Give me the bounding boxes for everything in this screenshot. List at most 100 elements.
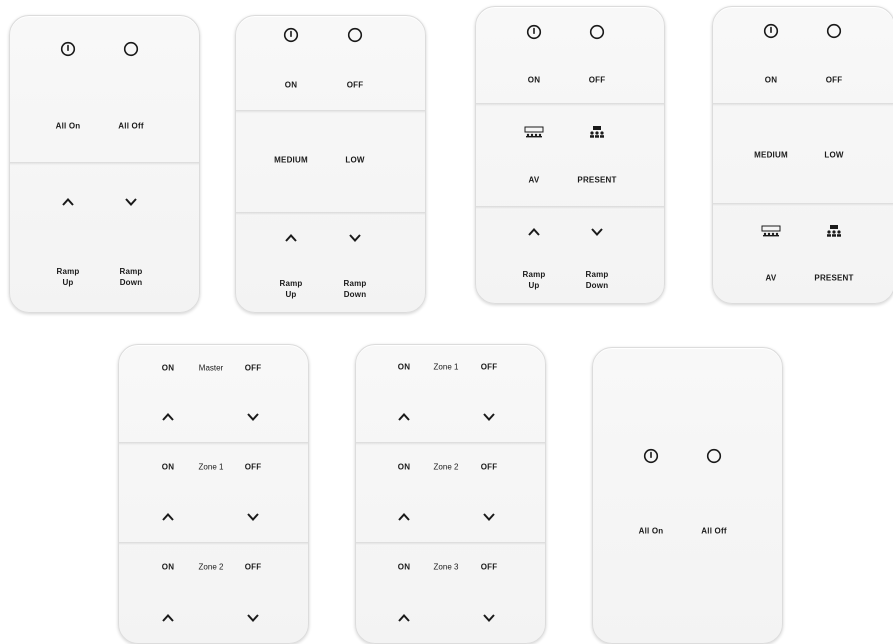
button-divider — [356, 442, 545, 446]
button-divider — [119, 442, 308, 446]
zone-1-down-button[interactable] — [482, 412, 496, 422]
zone-2-off-button[interactable]: OFF — [245, 562, 262, 573]
power-icon — [283, 27, 299, 43]
ramp-down-button[interactable] — [590, 227, 604, 237]
zone-3-on-button[interactable]: ON — [398, 562, 410, 573]
power-icon — [763, 23, 779, 39]
all-off-label: All Off — [701, 526, 727, 536]
chevron-down-icon — [246, 412, 260, 422]
low-button[interactable]: LOW — [824, 150, 843, 161]
zone-2-on-button[interactable]: ON — [162, 562, 174, 573]
zone-3-up-button[interactable] — [397, 613, 411, 623]
all-on-label: All On — [638, 526, 664, 536]
zone-3-off-button[interactable]: OFF — [481, 562, 498, 573]
on-button[interactable] — [526, 24, 542, 40]
zone-2-on-button[interactable]: ON — [398, 462, 410, 473]
zone-2-down-button[interactable] — [246, 613, 260, 623]
chevron-down-icon — [246, 512, 260, 522]
on-button[interactable] — [283, 27, 299, 43]
all-off-button[interactable] — [706, 448, 722, 464]
off-circle-icon — [123, 41, 139, 57]
zone-3-label: Zone 3 — [433, 562, 459, 572]
off-circle-icon — [826, 23, 842, 39]
off-circle-icon — [347, 27, 363, 43]
present-people-icon — [587, 125, 607, 139]
button-divider — [476, 103, 664, 107]
av-button[interactable] — [761, 225, 781, 237]
on-label: ON — [527, 75, 541, 85]
master-up-button[interactable] — [161, 412, 175, 422]
on-button[interactable] — [763, 23, 779, 39]
zone-1-off-button[interactable]: OFF — [245, 462, 262, 473]
zone-2-label: Zone 2 — [198, 562, 224, 572]
chevron-down-icon — [348, 233, 362, 243]
chevron-up-icon — [527, 227, 541, 237]
present-button[interactable] — [587, 125, 607, 139]
low-button[interactable]: LOW — [345, 155, 364, 166]
chevron-down-icon — [482, 613, 496, 623]
ramp-up-button[interactable] — [284, 233, 298, 243]
ramp-down-button[interactable] — [124, 197, 138, 207]
ramp-down-button[interactable] — [348, 233, 362, 243]
ramp-up-label: Ramp Up — [279, 278, 302, 300]
button-divider — [236, 110, 425, 114]
on-label: ON — [284, 80, 298, 90]
all-off-button[interactable] — [123, 41, 139, 57]
av-screen-icon — [761, 225, 781, 237]
chevron-up-icon — [161, 613, 175, 623]
on-label: ON — [764, 75, 778, 85]
zone-2-down-button[interactable] — [482, 512, 496, 522]
down-text: Down — [585, 281, 609, 290]
all-on-button[interactable] — [643, 448, 659, 464]
chevron-up-icon — [397, 613, 411, 623]
button-divider — [713, 203, 893, 207]
power-icon — [643, 448, 659, 464]
present-label: PRESENT — [577, 175, 617, 185]
zone-2-up-button[interactable] — [397, 512, 411, 522]
medium-button[interactable]: MEDIUM — [274, 155, 308, 166]
zone-1-up-button[interactable] — [161, 512, 175, 522]
zone-1-down-button[interactable] — [246, 512, 260, 522]
down-text: Down — [343, 290, 367, 299]
up-text: Up — [285, 290, 297, 299]
chevron-up-icon — [61, 197, 75, 207]
chevron-down-icon — [482, 512, 496, 522]
zone-2-up-button[interactable] — [161, 613, 175, 623]
up-text: Up — [62, 278, 74, 287]
ramp-text: Ramp — [522, 270, 546, 279]
master-off-button[interactable]: OFF — [245, 363, 262, 374]
av-button[interactable] — [524, 126, 544, 138]
button-divider — [476, 206, 664, 210]
medium-button[interactable]: MEDIUM — [754, 150, 788, 161]
zone-1-on-button[interactable]: ON — [162, 462, 174, 473]
zone-2-off-button[interactable]: OFF — [481, 462, 498, 473]
chevron-up-icon — [397, 512, 411, 522]
off-button[interactable] — [589, 24, 605, 40]
keypad-panel-3: ON OFF AV PRESENT Ramp Up Ramp Down — [475, 6, 665, 304]
av-label: AV — [528, 175, 540, 185]
ramp-text: Ramp — [56, 267, 80, 276]
chevron-up-icon — [161, 412, 175, 422]
master-down-button[interactable] — [246, 412, 260, 422]
ramp-down-label: Ramp Down — [585, 269, 608, 291]
all-on-button[interactable] — [60, 41, 76, 57]
zone-1-off-button[interactable]: OFF — [481, 362, 498, 373]
all-on-label: All On — [55, 121, 81, 131]
ramp-up-button[interactable] — [61, 197, 75, 207]
off-button[interactable] — [826, 23, 842, 39]
ramp-text: Ramp — [343, 279, 367, 288]
present-label: PRESENT — [814, 273, 854, 283]
ramp-text: Ramp — [119, 267, 143, 276]
zone-3-down-button[interactable] — [482, 613, 496, 623]
keypad-panel-1: All On All Off Ramp Up Ramp Down — [9, 15, 200, 313]
ramp-up-button[interactable] — [527, 227, 541, 237]
zone-1-on-button[interactable]: ON — [398, 362, 410, 373]
present-button[interactable] — [824, 224, 844, 238]
zone-1-up-button[interactable] — [397, 412, 411, 422]
off-label: OFF — [825, 75, 843, 85]
master-on-button[interactable]: ON — [162, 363, 174, 374]
keypad-panel-7: All On All Off — [592, 347, 783, 644]
button-divider — [236, 212, 425, 216]
off-button[interactable] — [347, 27, 363, 43]
ramp-text: Ramp — [585, 270, 609, 279]
